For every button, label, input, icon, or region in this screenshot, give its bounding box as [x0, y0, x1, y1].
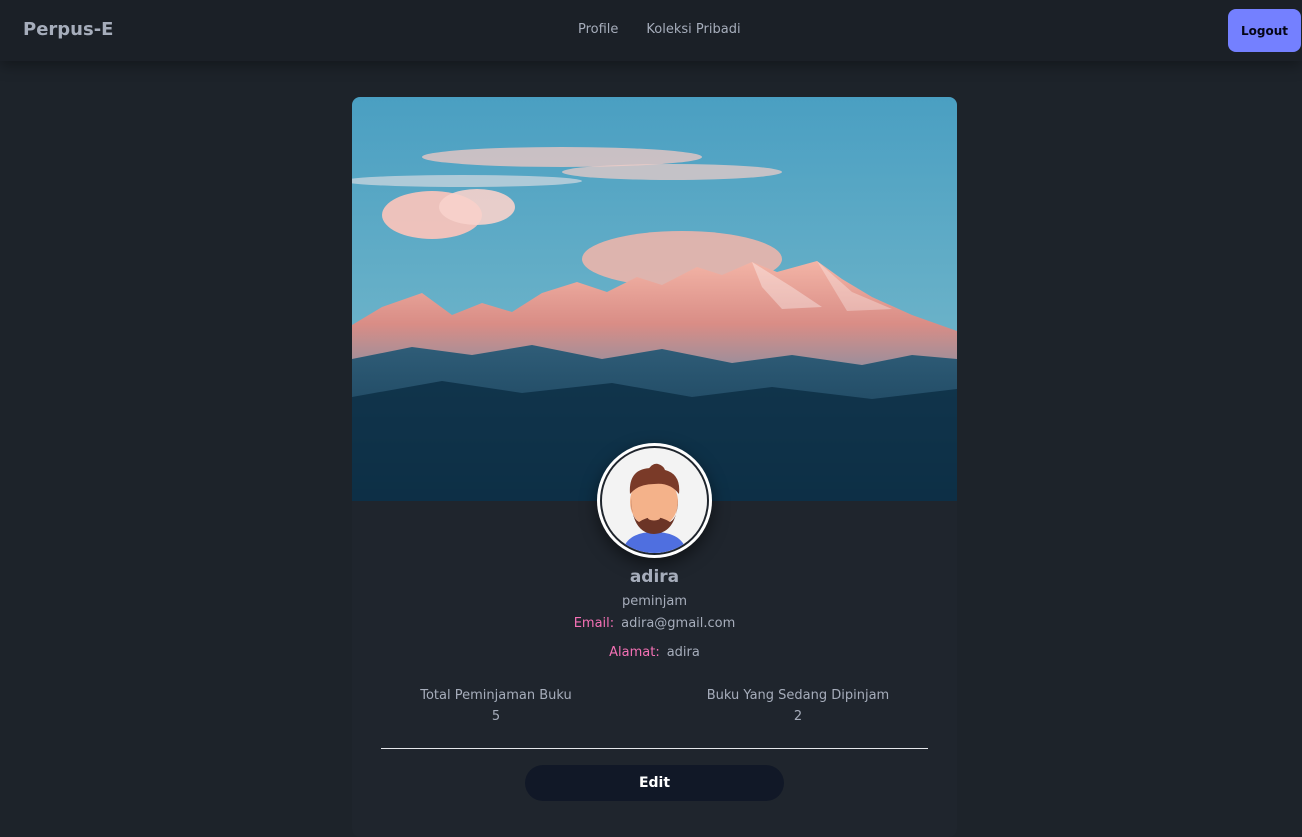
brand-logo[interactable]: Perpus-E [23, 19, 113, 40]
email-value: adira@gmail.com [621, 616, 736, 631]
nav-link-koleksi-pribadi[interactable]: Koleksi Pribadi [646, 22, 740, 37]
profile-username: adira [629, 567, 680, 587]
nav-link-profile[interactable]: Profile [578, 22, 618, 37]
logout-button[interactable]: Logout [1228, 9, 1301, 52]
nav-links: Profile Koleksi Pribadi [578, 22, 741, 37]
top-navbar: Perpus-E Profile Koleksi Pribadi Logout [0, 0, 1302, 61]
address-value: adira [666, 645, 700, 660]
address-label: Alamat: [609, 645, 660, 660]
stat-total-loans: Total Peminjaman Buku 5 [396, 688, 596, 724]
cover-image [352, 97, 957, 501]
profile-role: peminjam [621, 594, 687, 609]
email-label: Email: [573, 616, 615, 631]
address-row: Alamat: adira [352, 645, 957, 660]
email-row: Email: adira@gmail.com [352, 616, 957, 631]
stat-total-loans-label: Total Peminjaman Buku [420, 688, 572, 703]
bearded-man-avatar-icon [622, 463, 687, 553]
stat-current-loans-value: 2 [793, 709, 803, 724]
stat-current-loans-label: Buku Yang Sedang Dipinjam [706, 688, 890, 703]
divider [381, 748, 928, 749]
edit-button[interactable]: Edit [525, 765, 784, 801]
avatar [597, 443, 712, 558]
stat-current-loans: Buku Yang Sedang Dipinjam 2 [683, 688, 913, 724]
stat-total-loans-value: 5 [491, 709, 501, 724]
profile-card: adira peminjam Email: adira@gmail.com Ala… [352, 97, 957, 837]
